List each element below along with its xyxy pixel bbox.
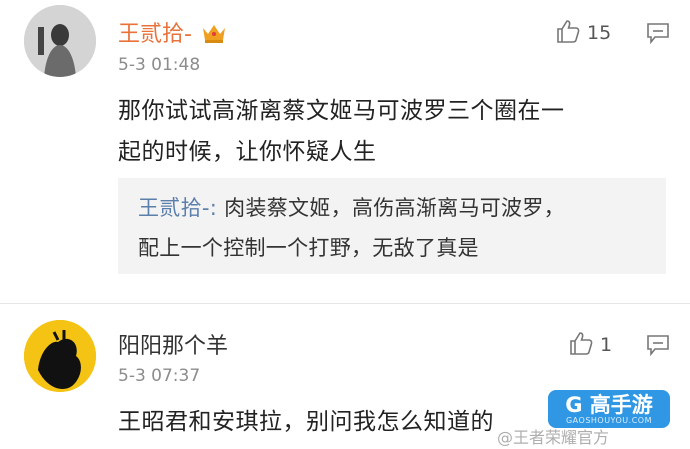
comment-1: 王贰拾- 5-3 01:48 15 那你试试高渐离蔡文姬马可波罗三个圈在一 起的… bbox=[0, 0, 690, 300]
reply-quote[interactable]: 王贰拾-: 肉装蔡文姬，高伤高渐离马可波罗， 配上一个控制一个打野，无敌了真是 bbox=[118, 178, 666, 274]
logo-sub-text: GAOSHOUYOU.COM bbox=[565, 415, 652, 425]
comment-text-line: 那你试试高渐离蔡文姬马可波罗三个圈在一 bbox=[118, 98, 565, 124]
comment-bubble-icon bbox=[647, 335, 669, 357]
like-button[interactable]: 15 bbox=[555, 18, 611, 48]
avatar[interactable] bbox=[24, 320, 96, 392]
comment-bubble-icon bbox=[647, 23, 669, 45]
like-count: 15 bbox=[587, 22, 612, 44]
comment-time: 5-3 07:37 bbox=[118, 366, 201, 386]
avatar-image bbox=[24, 320, 96, 392]
username[interactable]: 阳阳那个羊 bbox=[118, 328, 228, 360]
logo-main-text: G 高手游 bbox=[565, 392, 653, 417]
crown-icon bbox=[201, 22, 227, 50]
username[interactable]: 王贰拾- bbox=[118, 16, 227, 50]
reply-line: 王贰拾-: 肉装蔡文姬，高伤高渐离马可波罗， bbox=[138, 192, 565, 222]
reply-line: 配上一个控制一个打野，无敌了真是 bbox=[138, 236, 479, 260]
like-count: 1 bbox=[600, 334, 613, 356]
thumbs-up-icon bbox=[555, 18, 581, 48]
reply-button[interactable] bbox=[646, 22, 670, 48]
avatar-image bbox=[24, 5, 96, 77]
comment-text-line: 王昭君和安琪拉，别问我怎么知道的 bbox=[118, 409, 494, 435]
reply-button[interactable] bbox=[646, 334, 670, 360]
reply-text: 肉装蔡文姬，高伤高渐离马可波罗， bbox=[224, 196, 565, 220]
comment-text-line: 起的时候，让你怀疑人生 bbox=[118, 139, 377, 165]
comment-time: 5-3 01:48 bbox=[118, 55, 201, 75]
site-logo: G 高手游 GAOSHOUYOU.COM bbox=[548, 390, 670, 428]
avatar[interactable] bbox=[24, 5, 96, 77]
username-text: 王贰拾- bbox=[118, 22, 192, 47]
like-button[interactable]: 1 bbox=[568, 330, 612, 360]
reply-author[interactable]: 王贰拾-: bbox=[138, 196, 217, 220]
thumbs-up-icon bbox=[568, 330, 594, 360]
